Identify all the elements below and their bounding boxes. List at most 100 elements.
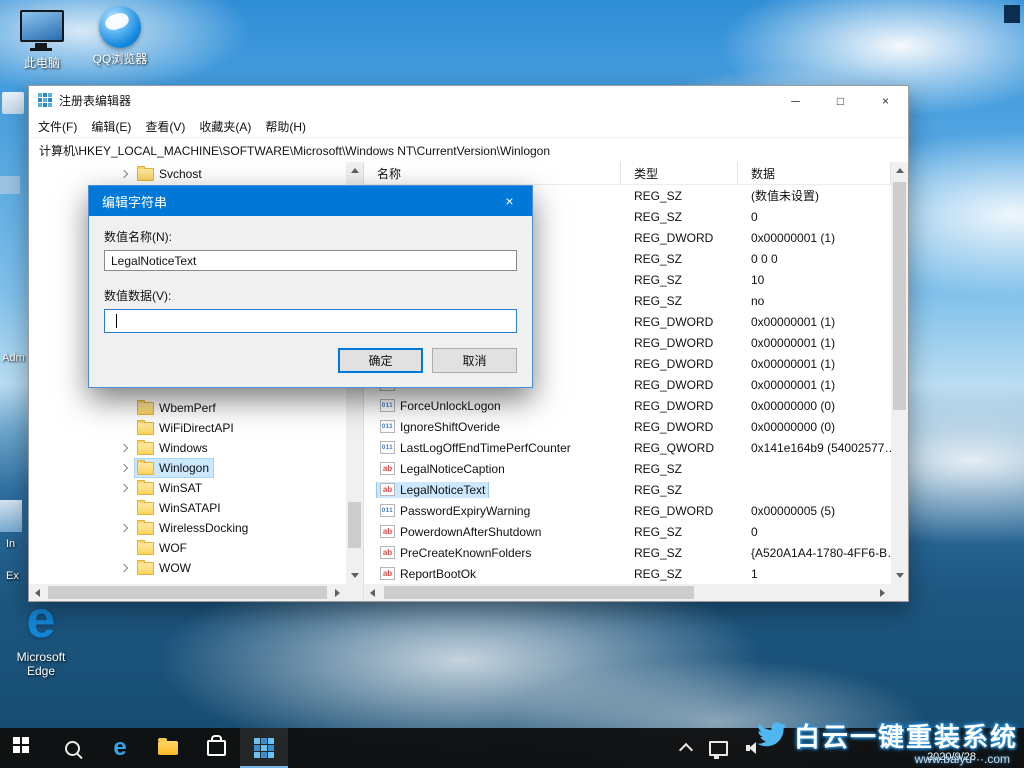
registry-value-row[interactable]: abLegalNoticeTextREG_SZ	[364, 479, 891, 500]
value-type: REG_SZ	[621, 189, 738, 203]
value-data: 0	[738, 210, 891, 224]
desktop-icon-qq-browser[interactable]: QQ浏览器	[88, 6, 152, 66]
tree-item-WbemPerf[interactable]: WbemPerf	[29, 398, 346, 418]
scroll-up-button[interactable]	[891, 162, 908, 179]
scroll-left-button[interactable]	[29, 584, 46, 601]
partial-icon-label: Ex	[6, 570, 19, 582]
registry-value-row[interactable]: 011ForceUnlockLogonREG_DWORD0x00000000 (…	[364, 395, 891, 416]
taskbar-edge-button[interactable]: e	[96, 728, 144, 768]
search-button[interactable]	[48, 728, 96, 768]
tray-chevron-icon[interactable]	[679, 743, 693, 757]
tree-item-WinSATAPI[interactable]: WinSATAPI	[29, 498, 346, 518]
maximize-button[interactable]: □	[818, 86, 863, 115]
expand-chevron-icon[interactable]	[119, 525, 135, 531]
column-header-type[interactable]: 类型	[621, 162, 738, 184]
value-name: IgnoreShiftOveride	[400, 420, 500, 434]
tree-horizontal-scrollbar[interactable]	[29, 584, 346, 601]
close-button[interactable]: ×	[863, 86, 908, 115]
tree-item-Winlogon[interactable]: Winlogon	[29, 458, 346, 478]
dialog-close-button[interactable]: ×	[487, 186, 532, 216]
scrollbar-thumb[interactable]	[893, 182, 906, 410]
address-bar[interactable]: 计算机\HKEY_LOCAL_MACHINE\SOFTWARE\Microsof…	[29, 138, 908, 163]
value-data-input[interactable]	[104, 309, 517, 333]
scroll-left-button[interactable]	[364, 584, 381, 601]
value-type: REG_SZ	[621, 567, 738, 581]
tree-item-Windows[interactable]: Windows	[29, 438, 346, 458]
value-data: 0 0 0	[738, 252, 891, 266]
taskbar-regedit-button-active[interactable]	[240, 728, 288, 768]
folder-icon	[137, 522, 154, 535]
scroll-down-button[interactable]	[346, 567, 363, 584]
desktop-icon-this-pc[interactable]: 此电脑	[10, 10, 74, 70]
menu-item-4[interactable]: 帮助(H)	[258, 118, 313, 135]
taskbar-file-explorer-button[interactable]	[144, 728, 192, 768]
taskbar-clock[interactable]: 2020/9/28	[927, 751, 976, 763]
file-explorer-icon	[158, 741, 178, 755]
value-type: REG_DWORD	[621, 378, 738, 392]
scroll-right-button[interactable]	[329, 584, 346, 601]
list-vertical-scrollbar[interactable]	[891, 162, 908, 584]
value-name-input[interactable]	[104, 250, 517, 271]
value-type: REG_SZ	[621, 294, 738, 308]
scrollbar-thumb[interactable]	[48, 586, 327, 599]
ok-button[interactable]: 确定	[338, 348, 423, 373]
registry-value-row[interactable]: 011LastLogOffEndTimePerfCounterREG_QWORD…	[364, 437, 891, 458]
value-name-cell: abPreCreateKnownFolders	[377, 545, 534, 561]
tree-item-WinSAT[interactable]: WinSAT	[29, 478, 346, 498]
store-icon	[207, 740, 226, 756]
value-name: ReportBootOk	[400, 567, 476, 581]
partial-icon-label: Adm	[2, 352, 25, 364]
value-name: LastLogOffEndTimePerfCounter	[400, 441, 571, 455]
registry-value-row[interactable]: 011IgnoreShiftOverideREG_DWORD0x00000000…	[364, 416, 891, 437]
minimize-button[interactable]: ─	[773, 86, 818, 115]
taskbar-store-button[interactable]	[192, 728, 240, 768]
window-titlebar[interactable]: 注册表编辑器 ─ □ ×	[29, 86, 908, 115]
registry-value-row[interactable]: abPowerdownAfterShutdownREG_SZ0	[364, 521, 891, 542]
registry-value-row[interactable]: abReportBootOkREG_SZ1	[364, 563, 891, 584]
expand-chevron-icon[interactable]	[119, 485, 135, 491]
value-type: REG_SZ	[621, 273, 738, 287]
scroll-down-button[interactable]	[891, 567, 908, 584]
expand-chevron-icon[interactable]	[119, 465, 135, 471]
value-name-cell: 011IgnoreShiftOveride	[377, 419, 503, 435]
tree-item-WOW[interactable]: WOW	[29, 558, 346, 578]
expand-chevron-icon[interactable]	[119, 445, 135, 451]
cancel-button[interactable]: 取消	[432, 348, 517, 373]
dialog-titlebar[interactable]: 编辑字符串 ×	[89, 186, 532, 216]
menu-item-1[interactable]: 编辑(E)	[84, 118, 138, 135]
menu-bar: 文件(F)编辑(E)查看(V)收藏夹(A)帮助(H)	[29, 115, 908, 138]
column-header-name[interactable]: 名称	[364, 162, 621, 184]
list-horizontal-scrollbar[interactable]	[364, 584, 891, 601]
tree-item-WiFiDirectAPI[interactable]: WiFiDirectAPI	[29, 418, 346, 438]
start-button[interactable]	[0, 728, 48, 768]
scrollbar-thumb[interactable]	[348, 502, 361, 548]
desktop-icon-microsoft-edge[interactable]: e Microsoft Edge	[10, 594, 72, 678]
value-type: REG_SZ	[621, 462, 738, 476]
scroll-up-button[interactable]	[346, 162, 363, 179]
menu-item-2[interactable]: 查看(V)	[138, 118, 192, 135]
registry-value-row[interactable]: abLegalNoticeCaptionREG_SZ	[364, 458, 891, 479]
value-data: 0x00000001 (1)	[738, 336, 891, 350]
tree-item-Svchost[interactable]: Svchost	[29, 164, 346, 184]
scroll-right-button[interactable]	[874, 584, 891, 601]
expand-chevron-icon[interactable]	[119, 171, 135, 177]
menu-item-3[interactable]: 收藏夹(A)	[192, 118, 258, 135]
tree-item-WOF[interactable]: WOF	[29, 538, 346, 558]
folder-icon	[137, 402, 154, 415]
edge-icon: e	[113, 736, 126, 760]
tree-item-body: WinSATAPI	[135, 499, 225, 517]
tree-item-WirelessDocking[interactable]: WirelessDocking	[29, 518, 346, 538]
expand-chevron-icon[interactable]	[119, 565, 135, 571]
menu-item-0[interactable]: 文件(F)	[31, 118, 84, 135]
scrollbar-thumb[interactable]	[384, 586, 694, 599]
value-type: REG_QWORD	[621, 441, 738, 455]
volume-icon[interactable]	[746, 741, 762, 755]
registry-value-row[interactable]: abPreCreateKnownFoldersREG_SZ{A520A1A4-1…	[364, 542, 891, 563]
column-header-data[interactable]: 数据	[738, 162, 891, 184]
value-type: REG_SZ	[621, 210, 738, 224]
network-icon[interactable]	[709, 741, 728, 756]
value-data: 0x00000001 (1)	[738, 357, 891, 371]
registry-value-row[interactable]: 011PasswordExpiryWarningREG_DWORD0x00000…	[364, 500, 891, 521]
value-type: REG_DWORD	[621, 399, 738, 413]
tree-item-body: WOW	[135, 559, 195, 577]
